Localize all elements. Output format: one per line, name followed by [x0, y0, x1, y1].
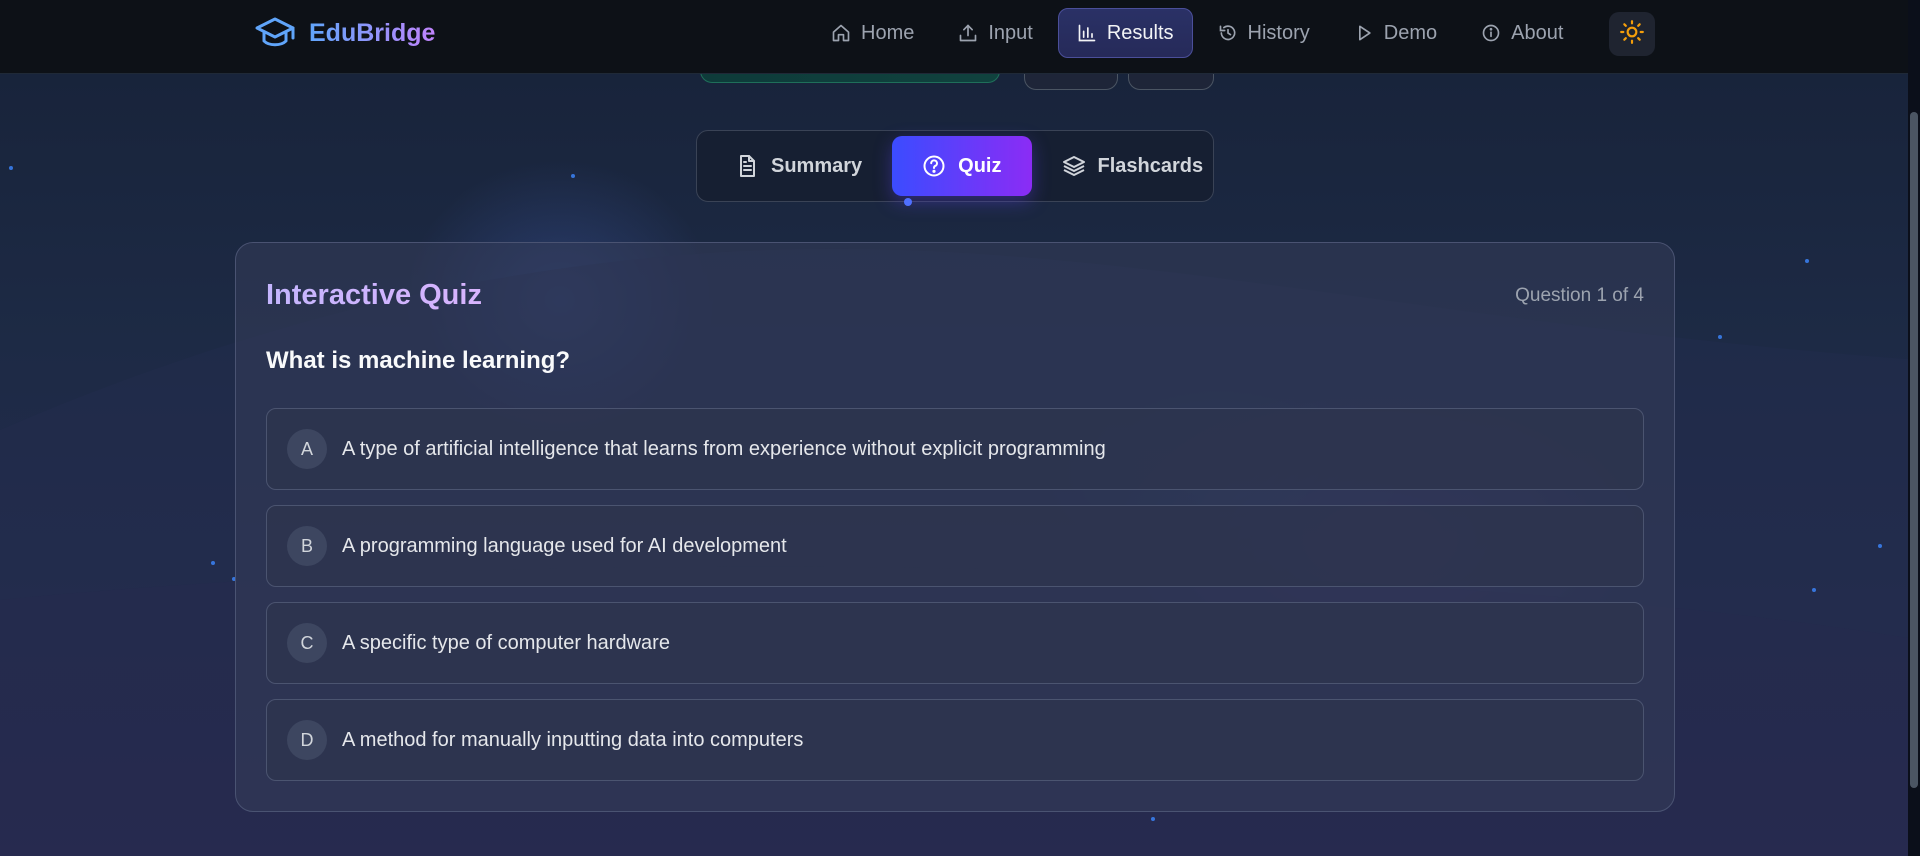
nav-demo[interactable]: Demo — [1335, 8, 1456, 58]
option-text: A method for manually inputting data int… — [342, 728, 804, 751]
answer-option-d[interactable]: D A method for manually inputting data i… — [266, 699, 1644, 781]
nav-history[interactable]: History — [1199, 8, 1329, 58]
nav-results-label: Results — [1106, 21, 1174, 44]
tab-quiz-label: Quiz — [958, 154, 1002, 177]
nav-input-label: Input — [988, 21, 1033, 44]
question-text: What is machine learning? — [266, 347, 571, 374]
layers-icon — [1062, 154, 1086, 178]
tab-flashcards-label: Flashcards — [1097, 154, 1204, 177]
nav-results[interactable]: Results — [1057, 8, 1193, 58]
option-letter: C — [287, 623, 327, 663]
play-icon — [1354, 23, 1374, 43]
nav-input[interactable]: Input — [939, 8, 1051, 58]
sun-icon — [1619, 19, 1645, 50]
background-star — [1812, 588, 1816, 592]
upload-icon — [958, 23, 978, 43]
nav-demo-label: Demo — [1383, 21, 1438, 44]
page-scrollbar[interactable] — [1908, 0, 1920, 856]
tab-flashcards[interactable]: Flashcards — [1032, 136, 1234, 196]
top-navbar: EduBridge Home Input Results History Dem… — [0, 0, 1908, 74]
nav-home-label: Home — [861, 21, 915, 44]
background-star — [211, 561, 215, 565]
help-circle-icon — [922, 154, 946, 178]
results-tabs: Summary Quiz Flashcards — [696, 130, 1214, 202]
graduation-cap-icon — [255, 16, 295, 50]
background-star — [1878, 544, 1882, 548]
tab-summary-label: Summary — [771, 154, 863, 177]
tab-quiz[interactable]: Quiz — [892, 136, 1032, 196]
answer-option-a[interactable]: A A type of artificial intelligence that… — [266, 408, 1644, 490]
quiz-title: Interactive Quiz — [266, 279, 482, 311]
scrollbar-thumb[interactable] — [1910, 112, 1918, 788]
info-icon — [1481, 23, 1501, 43]
brand-name: EduBridge — [309, 18, 436, 47]
background-star — [571, 174, 575, 178]
option-text: A programming language used for AI devel… — [342, 534, 787, 557]
tab-summary[interactable]: Summary — [705, 136, 892, 196]
option-text: A specific type of computer hardware — [342, 631, 670, 654]
brand[interactable]: EduBridge — [255, 16, 435, 50]
history-icon — [1218, 23, 1238, 43]
document-icon — [735, 154, 759, 178]
background-star — [1805, 259, 1809, 263]
option-text: A type of artificial intelligence that l… — [342, 437, 1106, 460]
background-star — [1718, 335, 1722, 339]
answer-option-b[interactable]: B A programming language used for AI dev… — [266, 505, 1644, 587]
option-letter: D — [287, 720, 327, 760]
active-tab-indicator — [904, 198, 912, 206]
nav-about[interactable]: About — [1462, 8, 1582, 58]
option-letter: A — [287, 429, 327, 469]
home-icon — [831, 23, 851, 43]
theme-toggle-button[interactable] — [1609, 12, 1655, 56]
nav-home[interactable]: Home — [812, 8, 933, 58]
answer-option-c[interactable]: C A specific type of computer hardware — [266, 602, 1644, 684]
question-counter: Question 1 of 4 — [1515, 285, 1644, 306]
background-star — [1151, 817, 1155, 821]
quiz-card: Interactive Quiz Question 1 of 4 What is… — [235, 242, 1675, 812]
bar-chart-icon — [1077, 23, 1097, 43]
nav-history-label: History — [1247, 21, 1310, 44]
background-star — [9, 166, 13, 170]
option-letter: B — [287, 526, 327, 566]
main-nav: Home Input Results History Demo About — [812, 8, 1582, 58]
nav-about-label: About — [1511, 21, 1564, 44]
